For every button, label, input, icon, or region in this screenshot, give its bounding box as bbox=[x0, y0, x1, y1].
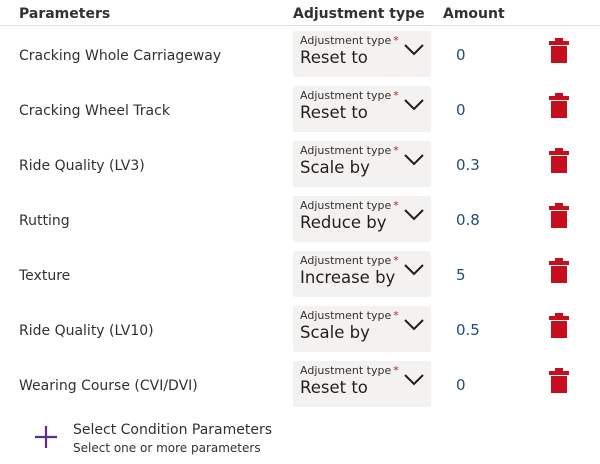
amount-input[interactable]: 0 bbox=[448, 374, 508, 396]
trash-icon[interactable] bbox=[547, 37, 571, 63]
required-marker: * bbox=[393, 199, 399, 212]
chevron-down-icon bbox=[404, 44, 424, 56]
dropdown-label: Adjustment type * bbox=[300, 309, 399, 322]
parameter-name: Cracking Whole Carriageway bbox=[19, 48, 222, 64]
adjustment-type-dropdown[interactable]: Adjustment type * Increase by bbox=[293, 251, 431, 297]
dropdown-label: Adjustment type * bbox=[300, 144, 399, 157]
adjustment-type-dropdown[interactable]: Adjustment type * Reset to bbox=[293, 86, 431, 132]
dropdown-value: Scale by bbox=[300, 158, 370, 177]
chevron-down-icon bbox=[404, 374, 424, 386]
trash-icon[interactable] bbox=[547, 92, 571, 118]
trash-icon[interactable] bbox=[547, 257, 571, 283]
required-marker: * bbox=[393, 144, 399, 157]
adjustment-type-dropdown[interactable]: Adjustment type * Scale by bbox=[293, 306, 431, 352]
dropdown-value: Reduce by bbox=[300, 213, 387, 232]
column-header-adjustment-type: Adjustment type bbox=[293, 6, 425, 22]
parameter-name: Ride Quality (LV10) bbox=[19, 323, 154, 339]
dropdown-label: Adjustment type * bbox=[300, 199, 399, 212]
trash-icon[interactable] bbox=[547, 367, 571, 393]
required-marker: * bbox=[393, 254, 399, 267]
parameter-name: Wearing Course (CVI/DVI) bbox=[19, 378, 198, 394]
parameter-row: Rutting Adjustment type * Reduce by 0.8 bbox=[0, 196, 600, 251]
add-parameters-subtitle: Select one or more parameters bbox=[73, 441, 261, 455]
dropdown-label: Adjustment type * bbox=[300, 254, 399, 267]
parameter-name: Texture bbox=[19, 268, 71, 284]
dropdown-value: Reset to bbox=[300, 48, 368, 67]
parameter-row: Wearing Course (CVI/DVI) Adjustment type… bbox=[0, 361, 600, 416]
required-marker: * bbox=[393, 309, 399, 322]
trash-icon[interactable] bbox=[547, 312, 571, 338]
chevron-down-icon bbox=[404, 319, 424, 331]
amount-input[interactable]: 0.8 bbox=[448, 209, 508, 231]
dropdown-value: Reset to bbox=[300, 103, 368, 122]
amount-input[interactable]: 0 bbox=[448, 99, 508, 121]
adjustment-type-dropdown[interactable]: Adjustment type * Reset to bbox=[293, 361, 431, 407]
adjustment-type-dropdown[interactable]: Adjustment type * Scale by bbox=[293, 141, 431, 187]
amount-input[interactable]: 5 bbox=[448, 264, 508, 286]
chevron-down-icon bbox=[404, 154, 424, 166]
parameter-row: Texture Adjustment type * Increase by 5 bbox=[0, 251, 600, 306]
dropdown-label: Adjustment type * bbox=[300, 89, 399, 102]
amount-input[interactable]: 0 bbox=[448, 44, 508, 66]
chevron-down-icon bbox=[404, 99, 424, 111]
plus-icon bbox=[35, 426, 57, 448]
chevron-down-icon bbox=[404, 264, 424, 276]
dropdown-value: Scale by bbox=[300, 323, 370, 342]
select-condition-parameters-button[interactable]: Select Condition Parameters Select one o… bbox=[34, 422, 284, 458]
adjustment-type-dropdown[interactable]: Adjustment type * Reset to bbox=[293, 31, 431, 77]
parameter-row: Ride Quality (LV10) Adjustment type * Sca… bbox=[0, 306, 600, 361]
parameter-row: Cracking Wheel Track Adjustment type * Re… bbox=[0, 86, 600, 141]
amount-input[interactable]: 0.5 bbox=[448, 319, 508, 341]
required-marker: * bbox=[393, 364, 399, 377]
trash-icon[interactable] bbox=[547, 147, 571, 173]
trash-icon[interactable] bbox=[547, 202, 571, 228]
required-marker: * bbox=[393, 34, 399, 47]
parameter-name: Rutting bbox=[19, 213, 70, 229]
add-parameters-title: Select Condition Parameters bbox=[73, 422, 273, 438]
dropdown-label: Adjustment type * bbox=[300, 364, 399, 377]
parameter-name: Cracking Wheel Track bbox=[19, 103, 170, 119]
condition-adjustments-panel: Parameters Adjustment type Amount Cracki… bbox=[0, 0, 600, 464]
amount-input[interactable]: 0.3 bbox=[448, 154, 508, 176]
dropdown-value: Increase by bbox=[300, 268, 396, 287]
chevron-down-icon bbox=[404, 209, 424, 221]
dropdown-value: Reset to bbox=[300, 378, 368, 397]
parameter-row: Ride Quality (LV3) Adjustment type * Scal… bbox=[0, 141, 600, 196]
table-header: Parameters Adjustment type Amount bbox=[0, 0, 600, 26]
adjustment-type-dropdown[interactable]: Adjustment type * Reduce by bbox=[293, 196, 431, 242]
column-header-parameters: Parameters bbox=[19, 6, 111, 22]
column-header-amount: Amount bbox=[443, 6, 505, 22]
parameter-name: Ride Quality (LV3) bbox=[19, 158, 145, 174]
dropdown-label: Adjustment type * bbox=[300, 34, 399, 47]
parameter-row: Cracking Whole Carriageway Adjustment ty… bbox=[0, 31, 600, 86]
required-marker: * bbox=[393, 89, 399, 102]
